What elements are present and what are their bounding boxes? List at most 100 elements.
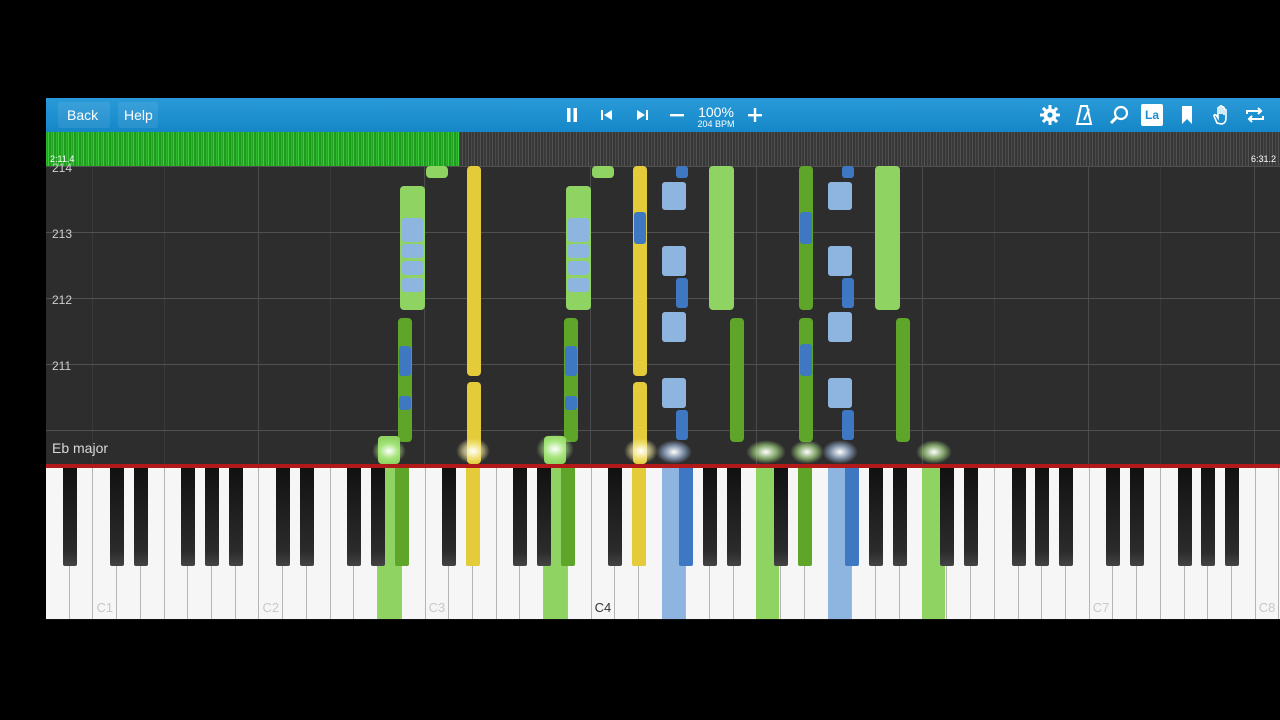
black-key[interactable]	[869, 468, 884, 566]
note-bar	[730, 318, 744, 442]
note-label-icon[interactable]: La	[1141, 104, 1163, 126]
note-bar	[568, 261, 589, 275]
black-key[interactable]	[205, 468, 220, 566]
black-key[interactable]	[892, 468, 907, 566]
black-key[interactable]	[1035, 468, 1050, 566]
black-key[interactable]	[1177, 468, 1192, 566]
tempo-display: 100% 204 BPM	[692, 98, 740, 132]
black-key[interactable]	[560, 468, 575, 566]
total-time: 6:31.2	[1250, 154, 1276, 164]
back-button[interactable]: Back	[67, 98, 98, 132]
note-hit-glow	[656, 440, 692, 464]
black-key[interactable]	[394, 468, 409, 566]
grid-line	[258, 166, 259, 464]
black-key[interactable]	[845, 468, 860, 566]
black-key[interactable]	[537, 468, 552, 566]
note-bar	[662, 378, 686, 408]
progress-played	[46, 132, 460, 166]
note-hit-glow	[790, 440, 824, 464]
black-key[interactable]	[347, 468, 362, 566]
note-bar	[565, 396, 577, 410]
previous-icon[interactable]	[595, 103, 619, 127]
note-bar	[828, 246, 852, 276]
note-bar	[676, 278, 688, 308]
next-icon[interactable]	[630, 103, 654, 127]
plus-icon[interactable]	[743, 103, 767, 127]
note-bar	[592, 166, 614, 178]
note-bar	[662, 312, 686, 342]
note-bar	[402, 261, 423, 275]
synthesia-app: Back Help 100% 204 BPM La 2:11.4 6:31.2 …	[46, 98, 1280, 620]
note-bar	[402, 244, 423, 258]
note-bar	[378, 436, 400, 464]
help-button[interactable]: Help	[124, 98, 153, 132]
note-bar	[634, 212, 646, 244]
black-key[interactable]	[1225, 468, 1239, 566]
black-key[interactable]	[371, 468, 386, 566]
note-bar	[402, 218, 423, 242]
black-key[interactable]	[299, 468, 314, 566]
minus-icon[interactable]	[665, 103, 689, 127]
note-bar	[842, 410, 854, 440]
progress-remaining	[459, 132, 1280, 166]
metronome-icon[interactable]	[1072, 103, 1096, 127]
black-key[interactable]	[964, 468, 979, 566]
note-bar	[568, 218, 589, 242]
black-key[interactable]	[513, 468, 528, 566]
black-key[interactable]	[726, 468, 741, 566]
note-bar	[800, 212, 812, 244]
note-bar	[676, 410, 688, 440]
note-bar	[842, 166, 854, 178]
grid-line	[756, 166, 757, 464]
measure-line	[46, 364, 1280, 365]
black-key[interactable]	[62, 468, 77, 566]
black-key[interactable]	[133, 468, 148, 566]
black-key[interactable]	[1201, 468, 1216, 566]
note-bar	[633, 166, 647, 376]
black-key[interactable]	[798, 468, 813, 566]
white-key[interactable]: C8	[1255, 468, 1280, 619]
note-bar	[875, 166, 900, 310]
grid-line	[1160, 166, 1161, 464]
black-key[interactable]	[940, 468, 955, 566]
black-key[interactable]	[1058, 468, 1073, 566]
note-bar	[402, 278, 423, 292]
octave-label: C4	[594, 600, 612, 615]
pause-icon[interactable]	[560, 103, 584, 127]
song-progress-bar[interactable]: 2:11.4 6:31.2	[46, 132, 1280, 166]
black-key[interactable]	[228, 468, 243, 566]
loop-icon[interactable]	[1243, 103, 1267, 127]
bpm-value: 204 BPM	[697, 119, 735, 129]
search-icon[interactable]	[1107, 103, 1131, 127]
measure-number: 213	[52, 227, 73, 241]
grid-line	[164, 166, 165, 464]
grid-line	[922, 166, 923, 464]
note-bar	[799, 318, 813, 442]
note-bar	[467, 382, 481, 464]
black-key[interactable]	[181, 468, 196, 566]
note-bar	[842, 278, 854, 308]
black-key[interactable]	[1011, 468, 1026, 566]
piano-keyboard[interactable]: C1C2C3C4C5C6C7C8	[46, 468, 1280, 620]
grid-line	[994, 166, 995, 464]
black-key[interactable]	[1130, 468, 1145, 566]
black-key[interactable]	[703, 468, 718, 566]
black-key[interactable]	[1106, 468, 1121, 566]
black-key[interactable]	[442, 468, 457, 566]
black-key[interactable]	[774, 468, 789, 566]
black-key[interactable]	[465, 468, 480, 566]
black-key[interactable]	[110, 468, 125, 566]
note-bar	[896, 318, 910, 442]
black-key[interactable]	[608, 468, 623, 566]
note-bar	[399, 396, 411, 410]
note-bar	[828, 312, 852, 342]
black-key[interactable]	[679, 468, 694, 566]
bookmark-icon[interactable]	[1175, 103, 1199, 127]
black-key[interactable]	[632, 468, 646, 566]
note-hit-glow	[746, 440, 786, 464]
gear-icon[interactable]	[1038, 103, 1062, 127]
black-key[interactable]	[276, 468, 291, 566]
hand-icon[interactable]	[1209, 103, 1233, 127]
octave-label: C7	[1092, 600, 1110, 615]
key-signature: Eb major	[52, 440, 109, 456]
